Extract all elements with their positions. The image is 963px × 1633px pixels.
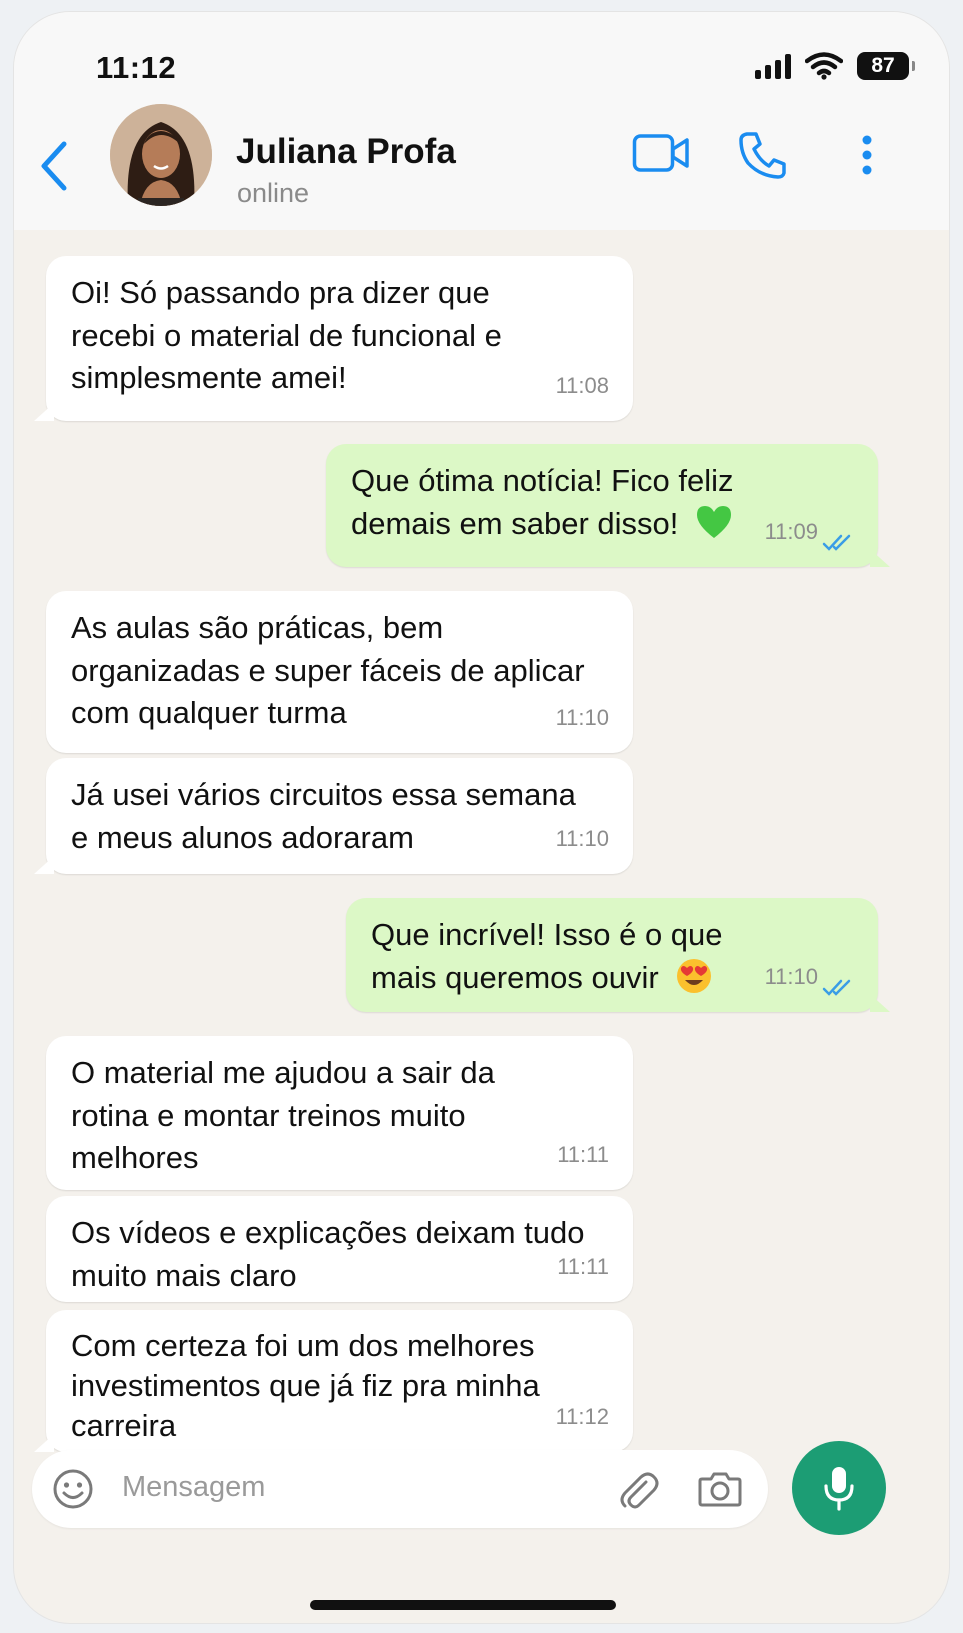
signal-icon — [755, 53, 791, 79]
back-chevron-icon[interactable] — [36, 138, 72, 194]
contact-name[interactable]: Juliana Profa — [236, 132, 456, 172]
message-bubble-incoming[interactable]: O material me ajudou a sair da rotina e … — [46, 1036, 633, 1190]
chat-area[interactable]: Oi! Só passando pra dizer que recebi o m… — [14, 230, 949, 1460]
message-time: 11:08 — [555, 372, 609, 398]
message-bubble-incoming[interactable]: As aulas são práticas, bem organizadas e… — [46, 591, 633, 753]
message-text: Oi! Só passando pra dizer que recebi o m… — [71, 275, 502, 395]
double-check-icon — [822, 534, 851, 551]
avatar[interactable] — [110, 104, 212, 206]
phone-icon[interactable] — [738, 130, 788, 180]
heart-eyes-emoji-icon — [677, 959, 712, 994]
video-camera-icon[interactable] — [632, 132, 690, 174]
phone-screen: 11:12 87 Juliana Profa online Oi! Só pas… — [14, 12, 949, 1623]
message-bubble-incoming[interactable]: Os vídeos e explicações deixam tudo muit… — [46, 1196, 633, 1302]
wifi-icon — [805, 52, 843, 80]
camera-icon[interactable] — [698, 1469, 742, 1509]
message-time: 11:10 — [555, 825, 609, 851]
battery-indicator: 87 — [857, 52, 915, 80]
home-indicator[interactable] — [310, 1600, 616, 1610]
message-text: Com certeza foi um dos melhores investim… — [71, 1328, 540, 1443]
double-check-icon — [822, 979, 851, 996]
microphone-icon[interactable] — [822, 1465, 856, 1511]
message-bubble-incoming[interactable]: Já usei vários circuitos essa semana e m… — [34, 758, 633, 874]
message-text: Já usei vários circuitos essa semana e m… — [71, 777, 576, 855]
message-time: 11:11 — [557, 1253, 609, 1279]
message-bubble-incoming[interactable]: Oi! Só passando pra dizer que recebi o m… — [34, 256, 633, 421]
message-time: 11:11 — [557, 1141, 609, 1167]
message-time: 11:09 — [764, 518, 818, 544]
message-text: Que incrível! Isso é o que mais queremos… — [371, 917, 723, 995]
message-time: 11:10 — [764, 963, 818, 989]
green-heart-icon — [697, 506, 731, 539]
message-text: O material me ajudou a sair da rotina e … — [71, 1055, 495, 1175]
status-time: 11:12 — [96, 50, 177, 85]
message-text: As aulas são práticas, bem organizadas e… — [71, 610, 585, 730]
message-input[interactable]: Mensagem — [122, 1471, 265, 1504]
contact-status: online — [237, 178, 310, 208]
message-composer[interactable]: Mensagem — [32, 1450, 768, 1528]
more-vert-icon[interactable] — [860, 134, 874, 176]
message-bubble-incoming[interactable]: Com certeza foi um dos melhores investim… — [34, 1310, 633, 1452]
message-bubble-outgoing[interactable]: Que ótima notícia! Fico feliz demais em … — [326, 444, 890, 567]
message-time: 11:12 — [555, 1403, 609, 1429]
top-area: 11:12 87 Juliana Profa online — [14, 12, 949, 230]
attach-icon[interactable] — [616, 1468, 660, 1512]
message-text: Que ótima notícia! Fico feliz demais em … — [351, 463, 734, 541]
message-text: Os vídeos e explicações deixam tudo muit… — [71, 1215, 585, 1293]
status-icons: 87 — [755, 52, 915, 80]
message-time: 11:10 — [555, 704, 609, 730]
emoji-icon[interactable] — [52, 1468, 94, 1510]
message-bubble-outgoing[interactable]: Que incrível! Isso é o que mais queremos… — [346, 898, 890, 1012]
microphone-button[interactable] — [792, 1441, 886, 1535]
